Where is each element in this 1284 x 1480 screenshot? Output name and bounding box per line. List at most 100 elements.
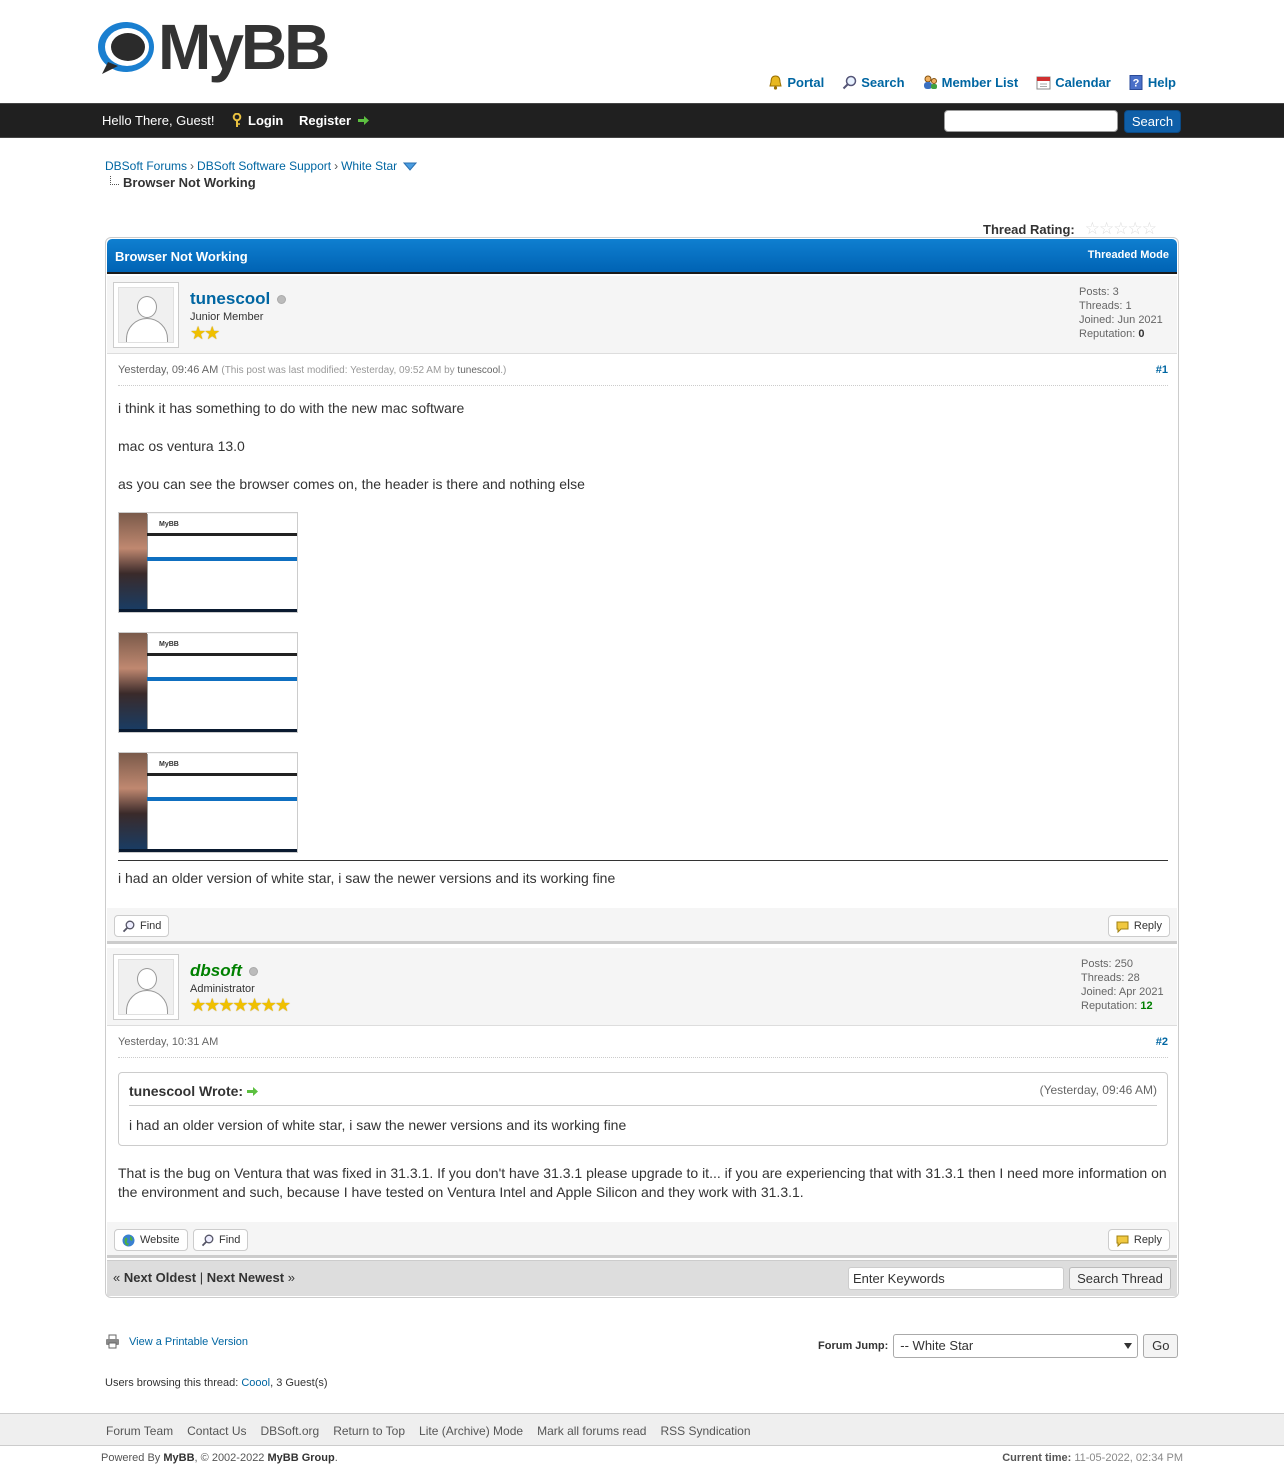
browsing-guests: , 3 Guest(s) xyxy=(270,1377,328,1389)
go-button[interactable]: Go xyxy=(1143,1334,1179,1358)
post-2: dbsoft Administrator ★★★★★★★ Posts: 250 … xyxy=(107,948,1177,1260)
avatar[interactable] xyxy=(113,282,179,348)
quote-text: i had an older version of white star, i … xyxy=(129,1117,627,1133)
forum-team-link[interactable]: Forum Team xyxy=(106,1424,173,1438)
powered-by: Powered By xyxy=(101,1452,161,1464)
post-paragraph: i think it has something to do with the … xyxy=(118,400,465,416)
breadcrumb-software-support[interactable]: DBSoft Software Support xyxy=(197,159,331,173)
globe-icon xyxy=(122,1234,135,1246)
website-button[interactable]: Website xyxy=(114,1229,188,1251)
browsing-user-link[interactable]: Coool xyxy=(241,1377,270,1389)
threaded-mode-link[interactable]: Threaded Mode xyxy=(1088,249,1169,261)
user-stars: ★★ xyxy=(190,323,220,343)
mark-forums-read-link[interactable]: Mark all forums read xyxy=(537,1424,646,1438)
breadcrumb-white-star[interactable]: White Star xyxy=(341,159,397,173)
user-stars: ★★★★★★★ xyxy=(190,995,291,1015)
arrow-right-icon[interactable] xyxy=(246,1086,259,1097)
reputation-value[interactable]: 0 xyxy=(1138,328,1144,340)
username: tunescool xyxy=(190,289,271,308)
register-label: Register xyxy=(299,113,352,128)
portal-label: Portal xyxy=(787,75,825,90)
search-icon xyxy=(843,75,857,90)
breadcrumb-dbsoft-forums[interactable]: DBSoft Forums xyxy=(105,159,187,173)
reply-icon xyxy=(1116,1235,1129,1247)
logo-text: MyBB xyxy=(158,11,330,83)
post-number-link[interactable]: #2 xyxy=(1156,1036,1168,1048)
mybb-logo[interactable]: MyBB xyxy=(96,11,330,88)
next-newest-link[interactable]: Next Newest xyxy=(207,1270,284,1285)
user-stats: Posts: 250 Threads: 28 Joined: Apr 2021 … xyxy=(1081,957,1164,1013)
lite-mode-link[interactable]: Lite (Archive) Mode xyxy=(419,1424,523,1438)
reply-label: Reply xyxy=(1133,1234,1162,1246)
search-label: Search xyxy=(861,75,905,90)
modified-by[interactable]: tunescool xyxy=(457,365,500,376)
forum-jump-value: -- White Star xyxy=(900,1338,974,1353)
post-1: tunescool Junior Member ★★ Posts: 3 Thre… xyxy=(107,276,1177,948)
modified-note: (This post was last modified: Yesterday,… xyxy=(221,365,455,376)
signature-divider xyxy=(118,860,1168,861)
thread-count: Threads: 28 xyxy=(1081,972,1140,984)
header-search-button[interactable]: Search xyxy=(1124,110,1181,133)
find-button[interactable]: Find xyxy=(193,1229,249,1251)
login-link[interactable]: Login xyxy=(231,113,283,128)
reputation-value[interactable]: 12 xyxy=(1140,1000,1152,1012)
register-link[interactable]: Register xyxy=(299,113,370,128)
arrow-right-icon xyxy=(358,116,370,125)
calendar-link[interactable]: Calendar xyxy=(1036,75,1111,90)
next-oldest-link[interactable]: Next Oldest xyxy=(124,1270,196,1285)
help-link[interactable]: ? Help xyxy=(1129,75,1176,90)
post-paragraph: as you can see the browser comes on, the… xyxy=(118,476,585,492)
blockquote: tunescool Wrote: (Yesterday, 09:46 AM) i… xyxy=(118,1072,1168,1146)
search-link[interactable]: Search xyxy=(842,75,905,90)
current-time: Current time: 11-05-2022, 02:34 PM xyxy=(1002,1452,1183,1464)
printable-version-link[interactable]: View a Printable Version xyxy=(129,1336,248,1348)
member-list-link[interactable]: Member List xyxy=(923,75,1018,90)
nav-divider: | xyxy=(199,1270,204,1285)
find-label: Find xyxy=(140,920,162,932)
post-number-link[interactable]: #1 xyxy=(1156,364,1168,376)
dbsoft-org-link[interactable]: DBSoft.org xyxy=(261,1424,320,1438)
search-icon xyxy=(201,1234,214,1246)
calendar-icon xyxy=(1036,76,1051,90)
rating-stars[interactable]: ☆☆☆☆☆ xyxy=(1085,219,1157,239)
offline-status-icon xyxy=(248,966,258,976)
username-link[interactable]: dbsoft xyxy=(190,961,258,981)
avatar[interactable] xyxy=(113,954,179,1020)
thread-count: Threads: 1 xyxy=(1079,300,1132,312)
forum-jump-select[interactable]: -- White Star xyxy=(893,1334,1139,1358)
user-title: Junior Member xyxy=(190,311,264,323)
search-thread-input[interactable]: Enter Keywords xyxy=(848,1267,1064,1290)
current-time-label: Current time: xyxy=(1002,1452,1072,1464)
post-controls: Find Reply xyxy=(107,908,1177,944)
mybb-link[interactable]: MyBB xyxy=(163,1452,194,1464)
screenshot-logo-text: MyBB xyxy=(159,521,179,528)
mybb-group-link[interactable]: MyBB Group xyxy=(268,1452,335,1464)
svg-text:?: ? xyxy=(1132,78,1139,90)
header-search-input[interactable] xyxy=(944,110,1118,132)
chevron-down-icon[interactable] xyxy=(403,162,418,171)
username-link[interactable]: tunescool xyxy=(190,289,287,309)
attached-screenshot[interactable]: MyBB xyxy=(118,512,298,613)
post-meta: Yesterday, 10:31 AM #2 xyxy=(118,1036,1168,1058)
contact-us-link[interactable]: Contact Us xyxy=(187,1424,246,1438)
login-label: Login xyxy=(248,113,284,128)
forum-jump: Forum Jump: -- White Star Go xyxy=(818,1334,1179,1358)
rss-link[interactable]: RSS Syndication xyxy=(660,1424,750,1438)
header: MyBB Portal Search Member List Calendar … xyxy=(0,0,1284,103)
breadcrumb: DBSoft Forums › DBSoft Software Support › Wh… xyxy=(105,159,418,173)
nav-suffix: » xyxy=(287,1270,295,1285)
portal-link[interactable]: Portal xyxy=(768,75,824,90)
return-to-top-link[interactable]: Return to Top xyxy=(333,1424,405,1438)
browsing-label: Users browsing this thread: xyxy=(105,1377,239,1389)
search-thread-button[interactable]: Search Thread xyxy=(1069,1267,1171,1290)
quote-author: tunescool Wrote: xyxy=(129,1083,244,1099)
attached-screenshot[interactable]: MyBB xyxy=(118,752,298,853)
nav-prefix: « xyxy=(113,1270,121,1285)
attached-screenshot[interactable]: MyBB xyxy=(118,632,298,733)
post-date: Yesterday, 09:46 AM xyxy=(118,364,219,376)
join-date: Joined: Jun 2021 xyxy=(1079,314,1163,326)
reply-button[interactable]: Reply xyxy=(1107,915,1170,937)
reply-label: Reply xyxy=(1133,920,1162,932)
find-button[interactable]: Find xyxy=(114,915,170,937)
reply-button[interactable]: Reply xyxy=(1107,1229,1170,1251)
